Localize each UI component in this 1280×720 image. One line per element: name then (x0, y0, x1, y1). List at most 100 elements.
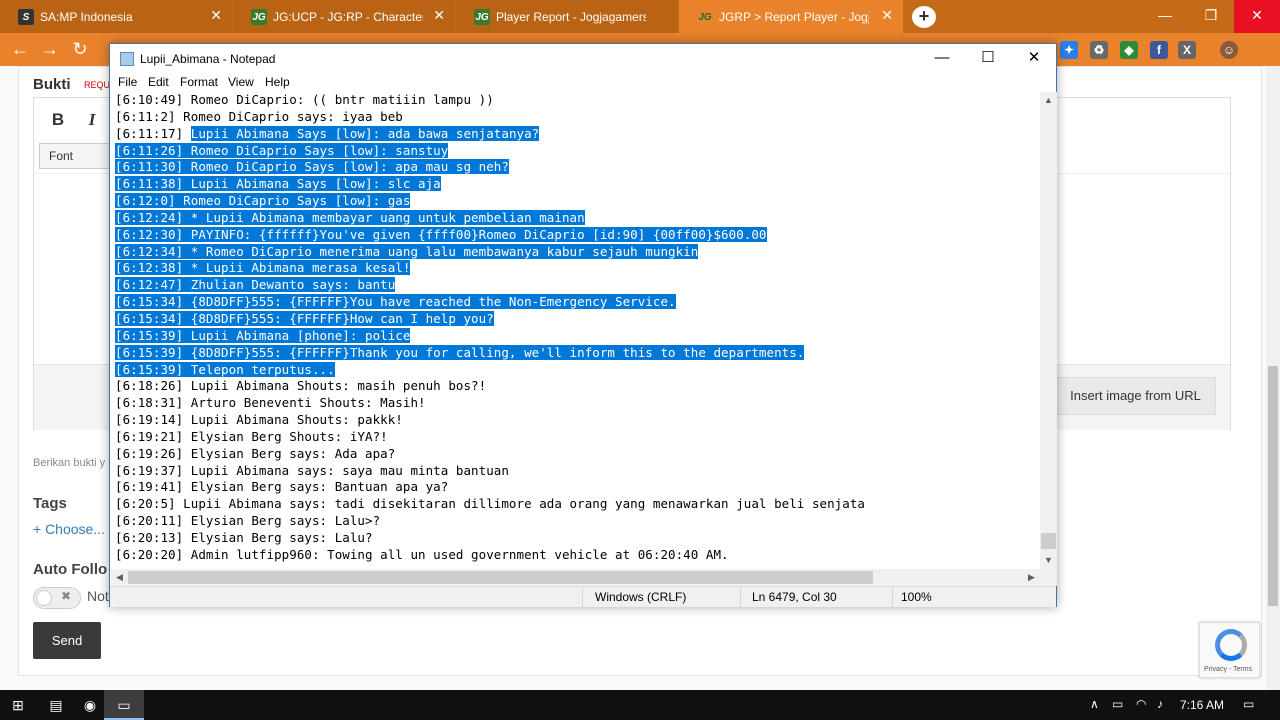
close-tab-icon[interactable]: ✕ (210, 7, 222, 24)
notepad-line[interactable]: [6:10:49] Romeo DiCaprio: (( bntr matiii… (115, 92, 1040, 109)
line-text: [6:19:14] Lupii Abimana Shouts: pakkk! (115, 412, 403, 428)
scrollbar-thumb[interactable] (1041, 533, 1056, 549)
close-window-button[interactable]: ✕ (1234, 0, 1280, 33)
notepad-line[interactable]: [6:12:0] Romeo DiCaprio Says [low]: gas (115, 193, 1040, 210)
menu-format[interactable]: Format (180, 75, 218, 89)
auto-follow-toggle[interactable]: ✖ (33, 587, 81, 609)
reload-icon[interactable]: ↻ (70, 39, 90, 59)
notepad-line[interactable]: [6:15:39] Telepon terputus... (115, 361, 1040, 379)
back-icon[interactable]: ← (10, 39, 30, 59)
tab-player-report[interactable]: JG Player Report - Jogjagamers Cor (456, 0, 678, 33)
notepad-line[interactable]: [6:12:38] * Lupii Abimana merasa kesal! (115, 260, 1040, 277)
notepad-line[interactable]: [6:20:13] Elysian Berg says: Lalu? (115, 530, 1040, 547)
notepad-line[interactable]: [6:11:30] Romeo DiCaprio Says [low]: apa… (115, 159, 1040, 176)
choose-tags-link[interactable]: + Choose... (33, 521, 105, 537)
new-tab-button[interactable]: + (912, 6, 936, 28)
jg-favicon-icon: JG (251, 9, 267, 25)
selected-text: [6:12:30] PAYINFO: {ffffff}You've given … (115, 226, 767, 242)
notepad-line[interactable]: [6:11:26] Romeo DiCaprio Says [low]: san… (115, 142, 1040, 160)
notepad-maximize-button[interactable]: ☐ (965, 44, 1011, 74)
recaptcha-badge[interactable]: Privacy - Terms (1199, 622, 1260, 678)
menu-view[interactable]: View (228, 75, 254, 89)
notepad-line[interactable]: [6:15:34] {8D8DFF}555: {FFFFFF}How can I… (115, 310, 1040, 328)
tags-label: Tags (33, 495, 67, 512)
notepad-line[interactable]: [6:19:14] Lupii Abimana Shouts: pakkk! (115, 412, 1040, 429)
bukti-label: Bukti (33, 76, 71, 93)
menu-file[interactable]: File (118, 75, 137, 89)
minimize-button[interactable]: — (1142, 0, 1188, 33)
scroll-down-icon[interactable]: ▼ (1040, 552, 1057, 569)
tab-samp-indonesia[interactable]: S SA:MP Indonesia ✕ (0, 0, 232, 33)
facebook-icon[interactable]: f (1150, 41, 1168, 59)
insert-image-url-button[interactable]: Insert image from URL (1055, 377, 1216, 415)
notepad-line[interactable]: [6:20:11] Elysian Berg says: Lalu>? (115, 513, 1040, 530)
selected-text: [6:11:26] Romeo DiCaprio Says [low]: san… (115, 142, 449, 158)
start-windows-icon[interactable]: ⊞ (0, 690, 36, 720)
windows-taskbar: ⊞ ▤ ◉ ▭ ∧ ▭ ◠ ♪ 7:16 AM ▭ (0, 690, 1280, 720)
notepad-line[interactable]: [6:15:39] {8D8DFF}555: {FFFFFF}Thank you… (115, 344, 1040, 362)
notepad-text-area[interactable]: [6:10:49] Romeo DiCaprio: (( bntr matiii… (111, 92, 1040, 569)
scrollbar-thumb[interactable] (128, 571, 873, 584)
notepad-line[interactable]: [6:11:2] Romeo DiCaprio says: iyaa beb (115, 109, 1040, 126)
notifications-icon[interactable]: ▭ (1243, 697, 1254, 711)
send-button[interactable]: Send (33, 622, 101, 659)
notepad-line[interactable]: [6:11:38] Lupii Abimana Says [low]: slc … (115, 176, 1040, 193)
notepad-line[interactable]: [6:11:17] Lupii Abimana Says [low]: ada … (115, 125, 1040, 143)
notepad-titlebar[interactable]: Lupii_Abimana - Notepad — ☐ ✕ (110, 44, 1056, 74)
samp-favicon-icon: S (18, 9, 34, 25)
notepad-line[interactable]: [6:15:39] Lupii Abimana [phone]: police (115, 327, 1040, 345)
notepad-line[interactable]: [6:19:21] Elysian Berg Shouts: iYA?! (115, 429, 1040, 446)
scroll-right-icon[interactable]: ▶ (1023, 569, 1040, 586)
battery-icon[interactable]: ▭ (1112, 697, 1123, 711)
extension-icon[interactable]: ✦ (1060, 41, 1078, 59)
extension-icon[interactable]: ◆ (1120, 41, 1138, 59)
volume-icon[interactable]: ♪ (1157, 697, 1163, 711)
recaptcha-logo-icon (1215, 629, 1247, 661)
selected-text: [6:15:39] Telepon terputus... (115, 361, 335, 377)
close-tab-icon[interactable]: ✕ (881, 7, 893, 24)
notepad-line[interactable]: [6:12:34] * Romeo DiCaprio menerima uang… (115, 243, 1040, 261)
notepad-window: Lupii_Abimana - Notepad — ☐ ✕ File Edit … (109, 43, 1057, 608)
notepad-vertical-scrollbar[interactable]: ▲ ▼ (1040, 92, 1057, 569)
notepad-horizontal-scrollbar[interactable]: ◀ ▶ (111, 569, 1040, 586)
status-divider (582, 587, 583, 608)
selected-text: [6:15:39] {8D8DFF}555: {FFFFFF}Thank you… (115, 344, 805, 360)
wifi-icon[interactable]: ◠ (1136, 697, 1146, 711)
close-tab-icon[interactable]: ✕ (433, 7, 445, 24)
clock[interactable]: 7:16 AM (1180, 698, 1224, 712)
page-scrollbar[interactable] (1266, 66, 1280, 694)
notepad-line[interactable]: [6:15:34] {8D8DFF}555: {FFFFFF}You have … (115, 294, 1040, 311)
notepad-taskbar-icon[interactable]: ▭ (104, 690, 144, 720)
italic-button[interactable]: I (80, 110, 104, 134)
line-text: [6:20:13] Elysian Berg says: Lalu? (115, 529, 373, 545)
selected-text: [6:15:34] {8D8DFF}555: {FFFFFF}How can I… (115, 310, 494, 326)
font-select[interactable]: Font (39, 143, 119, 169)
notepad-close-button[interactable]: ✕ (1011, 44, 1057, 74)
notepad-minimize-button[interactable]: — (919, 44, 965, 74)
notepad-line[interactable]: [6:12:24] * Lupii Abimana membayar uang … (115, 209, 1040, 227)
scroll-up-icon[interactable]: ▲ (1040, 92, 1057, 109)
notepad-line[interactable]: [6:19:37] Lupii Abimana says: saya mau m… (115, 463, 1040, 480)
tab-jgucp-characters[interactable]: JG JG:UCP - JG:RP - Characters ✕ (233, 0, 455, 33)
tray-chevron-icon[interactable]: ∧ (1090, 697, 1099, 711)
extension-x-icon[interactable]: X (1178, 41, 1196, 59)
recycle-icon[interactable]: ♻ (1090, 41, 1108, 59)
profile-avatar[interactable]: ☺ (1220, 41, 1238, 59)
notepad-line[interactable]: [6:19:41] Elysian Berg says: Bantuan apa… (115, 479, 1040, 496)
tab-report-player-active[interactable]: JG JGRP > Report Player - Jogjagam ✕ (679, 0, 903, 33)
notepad-line[interactable]: [6:20:20] Admin lutfipp960: Towing all u… (115, 547, 1040, 564)
notepad-line[interactable]: [6:19:26] Elysian Berg says: Ada apa? (115, 446, 1040, 463)
notepad-line[interactable]: [6:12:47] Zhulian Dewanto says: bantu (115, 277, 1040, 294)
menu-edit[interactable]: Edit (148, 75, 169, 89)
notepad-statusbar: Windows (CRLF) Ln 6479, Col 30 100% (110, 586, 1056, 608)
scrollbar-thumb[interactable] (1268, 366, 1278, 606)
notepad-line[interactable]: [6:18:31] Arturo Beneventi Shouts: Masih… (115, 395, 1040, 412)
bold-button[interactable]: B (46, 110, 70, 134)
maximize-button[interactable]: ❐ (1188, 0, 1234, 33)
notepad-line[interactable]: [6:20:5] Lupii Abimana says: tadi diseki… (115, 496, 1040, 513)
scroll-left-icon[interactable]: ◀ (111, 569, 128, 586)
notepad-line[interactable]: [6:18:26] Lupii Abimana Shouts: masih pe… (115, 378, 1040, 395)
forward-icon[interactable]: → (40, 39, 60, 59)
menu-help[interactable]: Help (265, 75, 290, 89)
notepad-line[interactable]: [6:12:30] PAYINFO: {ffffff}You've given … (115, 226, 1040, 244)
